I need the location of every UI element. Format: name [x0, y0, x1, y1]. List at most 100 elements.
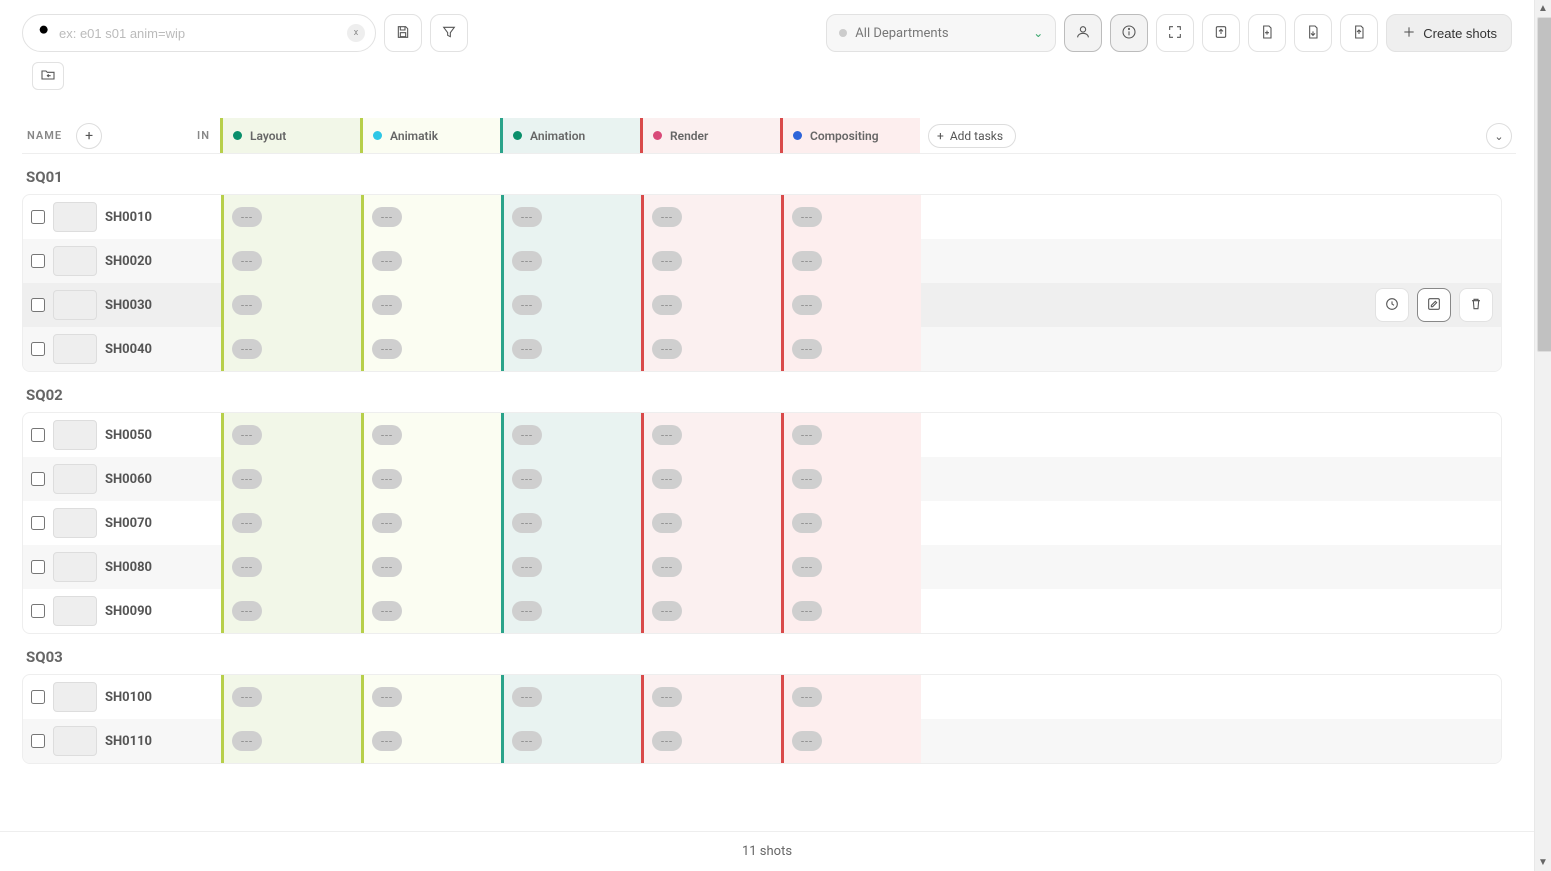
collapse-columns-button[interactable]: ⌄	[1486, 123, 1512, 149]
sequence-label[interactable]: SQ02	[22, 372, 1502, 412]
task-cell[interactable]: ---	[781, 195, 921, 239]
status-pill[interactable]: ---	[232, 207, 262, 227]
task-cell[interactable]: ---	[641, 327, 781, 371]
task-cell[interactable]: ---	[361, 457, 501, 501]
task-cell[interactable]: ---	[221, 239, 361, 283]
task-cell[interactable]: ---	[501, 589, 641, 633]
status-pill[interactable]: ---	[652, 339, 682, 359]
row-checkbox[interactable]	[31, 342, 45, 356]
task-cell[interactable]: ---	[641, 589, 781, 633]
sequence-label[interactable]: SQ03	[22, 634, 1502, 674]
task-cell[interactable]: ---	[501, 327, 641, 371]
status-pill[interactable]: ---	[512, 687, 542, 707]
status-pill[interactable]: ---	[372, 687, 402, 707]
create-shots-button[interactable]: Create shots	[1386, 14, 1512, 52]
status-pill[interactable]: ---	[512, 557, 542, 577]
status-pill[interactable]: ---	[792, 425, 822, 445]
task-cell[interactable]: ---	[221, 457, 361, 501]
search-input[interactable]	[53, 26, 347, 41]
row-checkbox[interactable]	[31, 560, 45, 574]
shot-thumbnail[interactable]	[53, 334, 97, 364]
import-edl-button[interactable]	[1248, 14, 1286, 52]
status-pill[interactable]: ---	[652, 295, 682, 315]
task-cell[interactable]: ---	[361, 675, 501, 719]
task-cell[interactable]: ---	[501, 719, 641, 763]
status-pill[interactable]: ---	[792, 557, 822, 577]
status-pill[interactable]: ---	[652, 425, 682, 445]
filter-button[interactable]	[430, 14, 468, 52]
status-pill[interactable]: ---	[232, 295, 262, 315]
task-cell[interactable]: ---	[221, 327, 361, 371]
status-pill[interactable]: ---	[652, 731, 682, 751]
table-row[interactable]: SH0080---------------	[23, 545, 1501, 589]
row-checkbox[interactable]	[31, 210, 45, 224]
task-cell[interactable]: ---	[221, 195, 361, 239]
table-row[interactable]: SH0090---------------	[23, 589, 1501, 633]
task-cell[interactable]: ---	[501, 545, 641, 589]
task-cell[interactable]: ---	[781, 283, 921, 327]
task-cell[interactable]: ---	[781, 239, 921, 283]
delete-button[interactable]	[1459, 288, 1493, 322]
task-cell[interactable]: ---	[361, 327, 501, 371]
table-row[interactable]: SH0020---------------	[23, 239, 1501, 283]
status-pill[interactable]: ---	[372, 295, 402, 315]
table-row[interactable]: SH0010---------------	[23, 195, 1501, 239]
shot-thumbnail[interactable]	[53, 596, 97, 626]
task-cell[interactable]: ---	[641, 545, 781, 589]
task-cell[interactable]: ---	[501, 501, 641, 545]
status-pill[interactable]: ---	[512, 295, 542, 315]
task-cell[interactable]: ---	[361, 589, 501, 633]
task-cell[interactable]: ---	[221, 413, 361, 457]
status-pill[interactable]: ---	[232, 425, 262, 445]
status-pill[interactable]: ---	[372, 339, 402, 359]
table-row[interactable]: SH0040---------------	[23, 327, 1501, 371]
status-pill[interactable]: ---	[792, 251, 822, 271]
status-pill[interactable]: ---	[652, 557, 682, 577]
row-checkbox[interactable]	[31, 428, 45, 442]
status-pill[interactable]: ---	[652, 687, 682, 707]
task-cell[interactable]: ---	[221, 675, 361, 719]
task-column-header[interactable]: Animatik	[360, 118, 500, 153]
status-pill[interactable]: ---	[512, 425, 542, 445]
task-cell[interactable]: ---	[221, 589, 361, 633]
status-pill[interactable]: ---	[792, 601, 822, 621]
history-button[interactable]	[1375, 288, 1409, 322]
task-cell[interactable]: ---	[641, 239, 781, 283]
shot-thumbnail[interactable]	[53, 420, 97, 450]
task-cell[interactable]: ---	[221, 719, 361, 763]
status-pill[interactable]: ---	[372, 513, 402, 533]
row-checkbox[interactable]	[31, 690, 45, 704]
table-row[interactable]: SH0050---------------	[23, 413, 1501, 457]
status-pill[interactable]: ---	[232, 469, 262, 489]
task-cell[interactable]: ---	[501, 675, 641, 719]
folder-back-button[interactable]	[32, 62, 64, 90]
expand-button[interactable]	[1156, 14, 1194, 52]
row-checkbox[interactable]	[31, 298, 45, 312]
status-pill[interactable]: ---	[232, 601, 262, 621]
task-cell[interactable]: ---	[641, 283, 781, 327]
edit-button[interactable]	[1417, 288, 1451, 322]
task-column-header[interactable]: Animation	[500, 118, 640, 153]
task-cell[interactable]: ---	[641, 457, 781, 501]
shot-thumbnail[interactable]	[53, 246, 97, 276]
task-cell[interactable]: ---	[781, 545, 921, 589]
task-cell[interactable]: ---	[361, 239, 501, 283]
task-cell[interactable]: ---	[361, 195, 501, 239]
status-pill[interactable]: ---	[652, 207, 682, 227]
status-pill[interactable]: ---	[792, 731, 822, 751]
status-pill[interactable]: ---	[372, 251, 402, 271]
status-pill[interactable]: ---	[512, 513, 542, 533]
task-cell[interactable]: ---	[361, 545, 501, 589]
task-column-header[interactable]: Layout	[220, 118, 360, 153]
task-cell[interactable]: ---	[501, 283, 641, 327]
task-cell[interactable]: ---	[781, 501, 921, 545]
row-checkbox[interactable]	[31, 516, 45, 530]
status-pill[interactable]: ---	[232, 251, 262, 271]
status-pill[interactable]: ---	[652, 469, 682, 489]
task-column-header[interactable]: Render	[640, 118, 780, 153]
task-cell[interactable]: ---	[501, 195, 641, 239]
status-pill[interactable]: ---	[372, 601, 402, 621]
table-row[interactable]: SH0030---------------	[23, 283, 1501, 327]
add-tasks-button[interactable]: + Add tasks	[928, 124, 1016, 148]
row-checkbox[interactable]	[31, 254, 45, 268]
